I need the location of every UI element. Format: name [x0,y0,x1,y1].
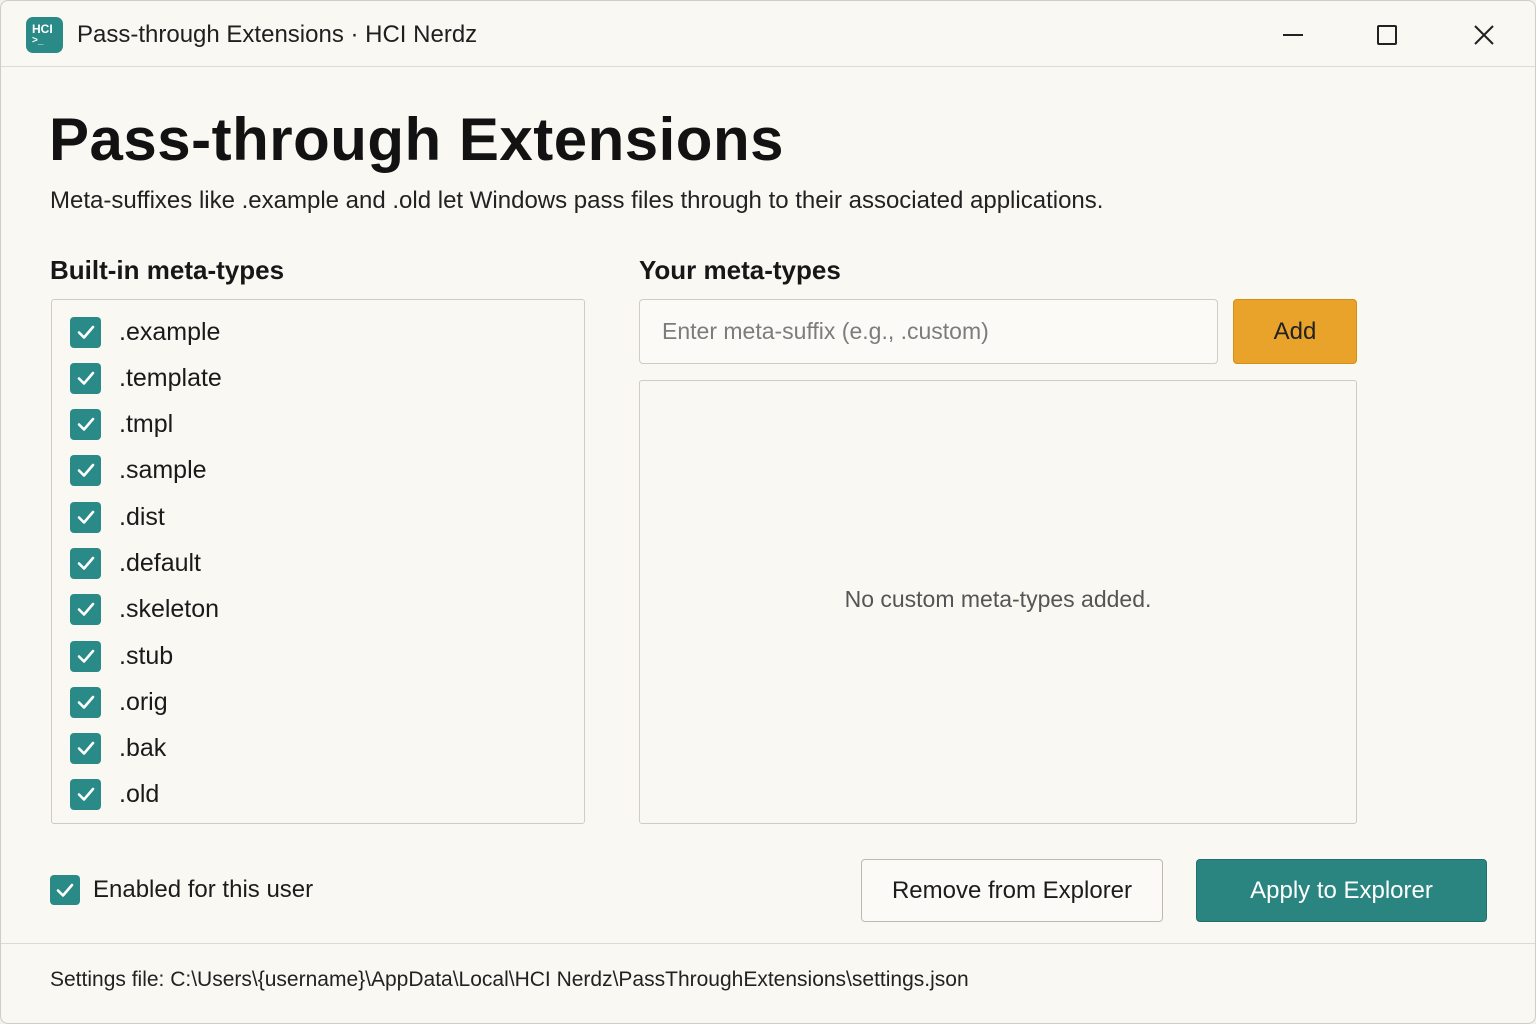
checkbox-checked-icon[interactable] [70,316,101,348]
builtin-list: .example .template .tmpl .sample .dist .… [51,299,585,824]
checkbox-checked-icon[interactable] [70,454,101,486]
builtin-item-default[interactable]: .default [70,547,201,579]
builtin-item-bak[interactable]: .bak [70,732,166,764]
meta-suffix-input[interactable] [639,299,1218,364]
checkbox-checked-icon[interactable] [70,547,101,579]
custom-meta-types-list: No custom meta-types added. [639,380,1357,824]
builtin-item-label: .orig [119,687,168,716]
builtin-item-label: .stub [119,641,174,670]
page-title: Pass-through Extensions [49,106,784,173]
builtin-item-sample[interactable]: .sample [70,454,207,486]
remove-from-explorer-button[interactable]: Remove from Explorer [861,859,1163,922]
builtin-item-orig[interactable]: .orig [70,686,168,718]
apply-to-explorer-button[interactable]: Apply to Explorer [1196,859,1487,922]
minimize-button[interactable] [1273,15,1313,55]
app-icon: HCI >_ [26,17,63,53]
checkbox-checked-icon[interactable] [70,640,101,672]
checkbox-checked-icon[interactable] [70,732,101,764]
builtin-item-label: .default [119,548,202,577]
settings-file-path: Settings file: C:\Users\{username}\AppDa… [50,968,969,991]
add-button[interactable]: Add [1233,299,1357,364]
builtin-item-label: .skeleton [119,594,220,623]
checkbox-checked-icon[interactable] [70,686,101,718]
status-bar: Settings file: C:\Users\{username}\AppDa… [1,943,1535,1023]
builtin-item-label: .bak [119,733,167,762]
builtin-item-template[interactable]: .template [70,362,222,394]
builtin-item-label: .template [119,363,222,392]
close-button[interactable] [1464,15,1504,55]
builtin-item-example[interactable]: .example [70,316,220,348]
empty-state-message: No custom meta-types added. [844,586,1152,612]
window-title: Pass-through Extensions · HCI Nerdz [77,21,478,48]
app-icon-text: HCI [32,22,53,36]
close-icon [1474,25,1494,45]
builtin-item-label: .dist [119,502,165,531]
checkbox-checked-icon[interactable] [70,501,101,533]
enabled-for-user-label: Enabled for this user [93,876,314,903]
builtin-item-tmpl[interactable]: .tmpl [70,408,173,440]
builtin-item-dist[interactable]: .dist [70,501,165,533]
app-window: HCI >_ Pass-through Extensions · HCI Ner… [0,0,1536,1024]
builtin-item-stub[interactable]: .stub [70,640,173,672]
checkbox-checked-icon[interactable] [50,875,80,905]
page-subtitle: Meta-suffixes like .example and .old let… [50,187,1104,214]
builtin-item-skeleton[interactable]: .skeleton [70,593,219,625]
checkbox-checked-icon[interactable] [70,362,101,394]
builtin-item-old[interactable]: .old [70,778,159,810]
checkbox-checked-icon[interactable] [70,778,101,810]
app-icon-prompt: >_ [32,35,44,46]
checkbox-checked-icon[interactable] [70,593,101,625]
custom-heading: Your meta-types [639,255,841,285]
builtin-item-label: .sample [119,455,207,484]
builtin-item-label: .tmpl [119,409,174,438]
builtin-item-label: .example [119,317,221,346]
maximize-icon [1377,25,1397,45]
enabled-for-user-toggle[interactable]: Enabled for this user [50,875,313,905]
minimize-icon [1283,34,1303,36]
title-bar: HCI >_ Pass-through Extensions · HCI Ner… [1,1,1535,67]
builtin-heading: Built-in meta-types [50,255,285,285]
checkbox-checked-icon[interactable] [70,408,101,440]
builtin-item-label: .old [119,779,160,808]
maximize-button[interactable] [1367,15,1407,55]
